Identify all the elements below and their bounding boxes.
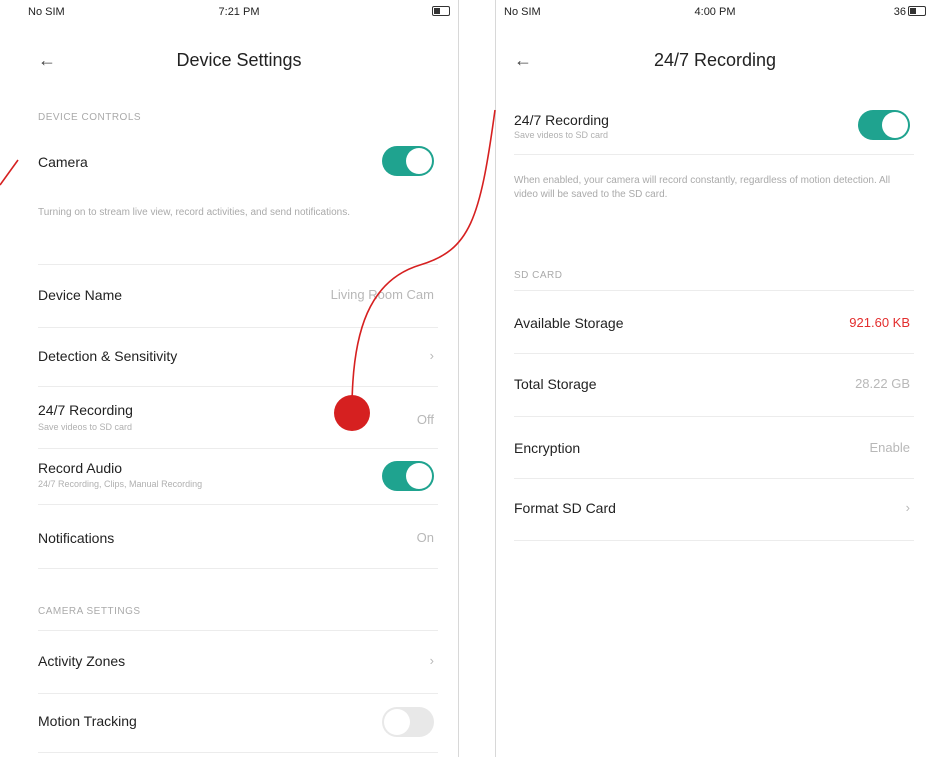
clock: 7:21 PM (218, 6, 260, 18)
camera-description: Turning on to stream live view, record a… (38, 207, 351, 218)
total-storage-value: 28.22 GB (855, 376, 910, 391)
recording-sublabel: Save videos to SD card (514, 130, 609, 140)
battery-icon (432, 6, 450, 16)
recording-sublabel: Save videos to SD card (38, 422, 133, 432)
device-name-label: Device Name (38, 287, 123, 303)
recording-label: 24/7 Recording (38, 402, 133, 418)
section-header-camera-settings: CAMERA SETTINGS (38, 606, 141, 617)
motion-tracking-row: Motion Tracking (38, 692, 438, 753)
record-audio-sublabel: 24/7 Recording, Clips, Manual Recording (38, 479, 203, 489)
available-storage-row: Available Storage 921.60 KB (514, 290, 914, 354)
chevron-right-icon: › (429, 653, 434, 668)
status-bar: No SIM 7:21 PM (20, 0, 458, 24)
recording-row: 24/7 Recording Save videos to SD card (514, 98, 914, 155)
format-sd-card-label: Format SD Card (514, 500, 616, 516)
page-title: 24/7 Recording (653, 50, 777, 70)
chevron-right-icon: › (905, 500, 910, 515)
record-audio-label: Record Audio (38, 460, 123, 476)
device-name-value: Living Room Cam (330, 287, 434, 302)
detection-label: Detection & Sensitivity (38, 348, 178, 364)
record-audio-toggle[interactable] (382, 461, 434, 491)
encryption-label: Encryption (514, 440, 581, 456)
recording-label: 24/7 Recording (514, 112, 609, 128)
format-sd-card-row[interactable]: Format SD Card › (514, 478, 914, 541)
record-audio-row: Record Audio 24/7 Recording, Clips, Manu… (38, 448, 438, 505)
camera-label: Camera (38, 154, 88, 170)
recording-settings-screen: No SIM 4:00 PM 36 ← 24/7 Recording 24/7 … (495, 0, 934, 757)
battery-percent: 36 (893, 6, 906, 18)
notifications-value: On (416, 530, 434, 545)
encryption-value: Enable (869, 440, 910, 455)
section-header-sd-card: SD CARD (514, 270, 563, 281)
encryption-row[interactable]: Encryption Enable (514, 416, 914, 479)
motion-tracking-toggle[interactable] (382, 707, 434, 737)
device-name-row[interactable]: Device Name Living Room Cam (38, 264, 438, 328)
activity-zones-row[interactable]: Activity Zones › (38, 630, 438, 694)
section-header-device-controls: DEVICE CONTROLS (38, 112, 142, 123)
notifications-row[interactable]: Notifications On (38, 504, 438, 569)
recording-toggle[interactable] (858, 110, 910, 140)
battery-icon (908, 6, 926, 16)
activity-zones-label: Activity Zones (38, 653, 126, 669)
nav-bar: ← Device Settings (20, 38, 458, 84)
recording-value: Off (416, 412, 434, 427)
available-storage-label: Available Storage (514, 315, 624, 331)
recording-row[interactable]: 24/7 Recording Save videos to SD card Of… (38, 386, 438, 449)
available-storage-value: 921.60 KB (849, 315, 910, 330)
clock: 4:00 PM (694, 6, 736, 18)
nav-bar: ← 24/7 Recording (496, 38, 934, 84)
status-bar: No SIM 4:00 PM 36 (496, 0, 934, 24)
recording-description: When enabled, your camera will record co… (514, 175, 891, 200)
device-settings-screen: No SIM 7:21 PM ← Device Settings DEVICE … (20, 0, 459, 757)
detection-row[interactable]: Detection & Sensitivity › (38, 326, 438, 387)
chevron-right-icon: › (429, 348, 434, 363)
notifications-label: Notifications (38, 530, 115, 546)
camera-toggle[interactable] (382, 146, 434, 176)
page-title: Device Settings (176, 50, 302, 70)
camera-row: Camera (38, 130, 438, 192)
total-storage-label: Total Storage (514, 376, 597, 392)
annotation-line (0, 159, 19, 186)
total-storage-row: Total Storage 28.22 GB (514, 352, 914, 417)
motion-tracking-label: Motion Tracking (38, 713, 137, 729)
